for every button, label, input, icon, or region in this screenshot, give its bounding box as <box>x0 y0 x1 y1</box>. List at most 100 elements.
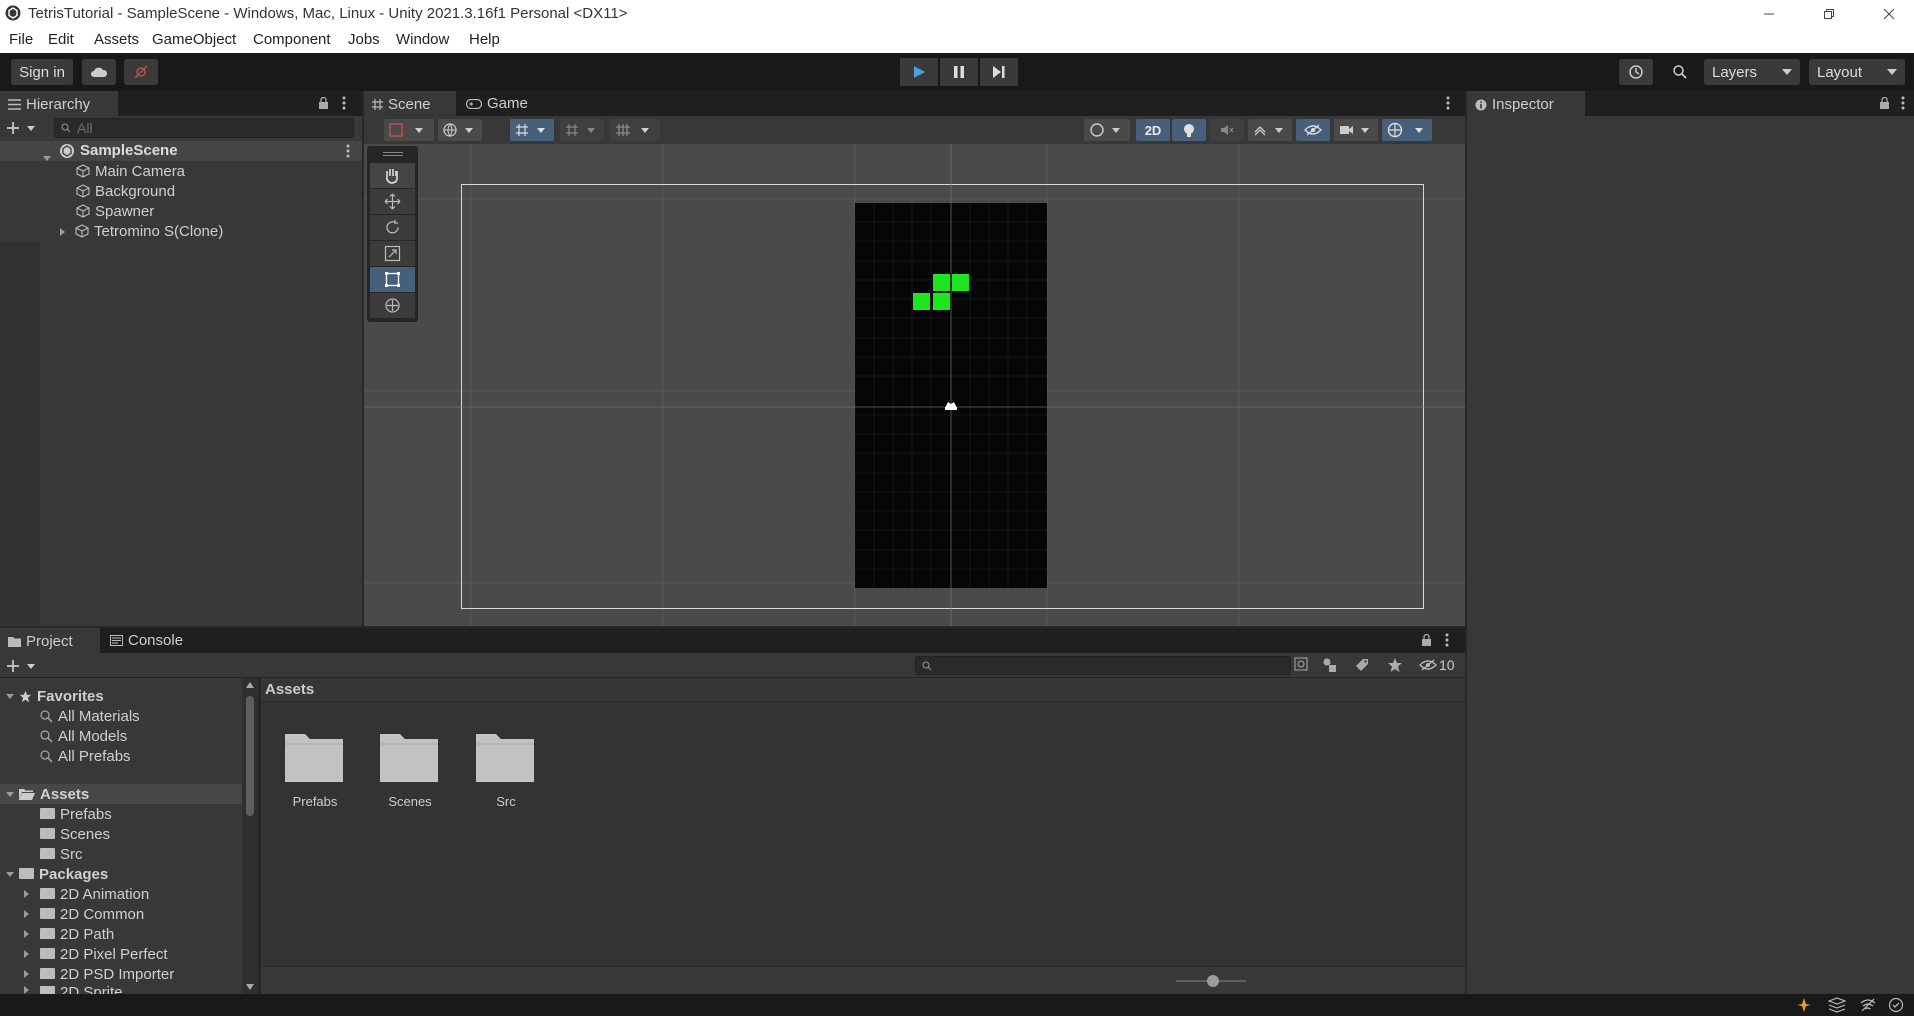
hidden-packages-toggle[interactable]: 10 <box>1419 657 1455 673</box>
scrollbar-thumb[interactable] <box>246 696 254 816</box>
more-icon[interactable] <box>346 144 350 158</box>
lighting-status-icon[interactable] <box>1796 997 1812 1013</box>
shading-dropdown[interactable] <box>1084 119 1130 141</box>
assets-row[interactable]: Assets <box>6 784 89 804</box>
rotate-tool-button[interactable] <box>370 215 415 240</box>
asset-folder-item[interactable]: Scenes <box>40 824 110 844</box>
gizmos-dropdown[interactable] <box>1382 119 1432 141</box>
draw-mode-dropdown[interactable] <box>384 119 434 141</box>
lock-icon[interactable] <box>1879 97 1890 109</box>
close-icon[interactable] <box>1866 0 1912 27</box>
transform-tool-button[interactable] <box>370 293 415 318</box>
gameobject-icon <box>75 224 89 238</box>
global-dropdown[interactable] <box>438 119 482 141</box>
menu-assets[interactable]: Assets <box>94 31 139 48</box>
cache-server-icon[interactable] <box>1828 997 1846 1013</box>
tab-scene[interactable]: Scene <box>364 91 456 116</box>
favorite-item[interactable]: All Models <box>40 726 127 746</box>
scene-viewport[interactable] <box>364 144 1465 626</box>
package-item[interactable]: 2D Animation <box>24 884 149 904</box>
scene-visibility-button[interactable] <box>1296 119 1330 141</box>
add-button[interactable] <box>6 121 36 135</box>
hierarchy-search-input[interactable]: All <box>54 118 354 138</box>
more-icon[interactable] <box>1445 633 1449 647</box>
hand-tool-button[interactable] <box>370 163 415 188</box>
increment-snap-button[interactable] <box>560 119 604 141</box>
scroll-down-icon[interactable] <box>246 984 254 990</box>
scene-row[interactable]: SampleScene <box>0 141 362 161</box>
tab-console[interactable]: Console <box>102 628 202 653</box>
restore-icon[interactable] <box>1806 0 1852 27</box>
package-item[interactable]: 2D Path <box>24 924 114 944</box>
camera-dropdown[interactable] <box>1334 119 1378 141</box>
asset-grid-item[interactable]: Prefabs <box>283 730 347 809</box>
favorite-item[interactable]: All Materials <box>40 706 140 726</box>
folder-tree-scrollbar[interactable] <box>242 678 258 994</box>
hierarchy-item[interactable]: Tetromino S(Clone) <box>60 221 223 241</box>
more-icon[interactable] <box>342 96 346 110</box>
step-button[interactable] <box>980 58 1018 86</box>
tab-project[interactable]: Project <box>0 628 100 653</box>
asset-folder-item[interactable]: Src <box>40 844 83 864</box>
menu-jobs[interactable]: Jobs <box>348 31 380 48</box>
network-status-icon[interactable] <box>1860 997 1876 1013</box>
menu-file[interactable]: File <box>9 31 33 48</box>
rect-tool-button[interactable] <box>370 267 415 292</box>
menu-window[interactable]: Window <box>396 31 449 48</box>
package-item[interactable]: 2D Common <box>24 904 144 924</box>
tab-hierarchy[interactable]: Hierarchy <box>0 91 118 116</box>
asset-grid-item[interactable]: Src <box>474 730 538 809</box>
layers-dropdown[interactable]: Layers <box>1704 59 1800 85</box>
packages-row[interactable]: Packages <box>6 864 108 884</box>
hierarchy-item[interactable]: Main Camera <box>76 161 185 181</box>
collab-button[interactable] <box>124 59 158 85</box>
pause-button[interactable] <box>940 58 978 86</box>
create-button[interactable] <box>6 659 36 673</box>
check-icon[interactable] <box>1888 997 1904 1013</box>
tab-inspector[interactable]: Inspector <box>1467 91 1585 116</box>
search-button[interactable] <box>1663 59 1697 85</box>
scroll-up-icon[interactable] <box>246 682 254 688</box>
menu-edit[interactable]: Edit <box>48 31 74 48</box>
favorite-item[interactable]: All Prefabs <box>40 746 131 766</box>
scale-tool-button[interactable] <box>370 241 415 266</box>
breadcrumb[interactable]: Assets <box>265 681 314 698</box>
more-icon[interactable] <box>1901 96 1905 110</box>
lock-icon[interactable] <box>318 97 329 109</box>
lighting-toggle-button[interactable] <box>1172 119 1206 141</box>
effects-dropdown[interactable] <box>1248 119 1292 141</box>
favorites-row[interactable]: Favorites <box>6 686 104 706</box>
label-icon[interactable] <box>1354 657 1370 673</box>
menu-help[interactable]: Help <box>469 31 500 48</box>
slider-thumb[interactable] <box>1207 975 1219 987</box>
asset-folder-item[interactable]: Prefabs <box>40 804 112 824</box>
move-tool-button[interactable] <box>370 189 415 214</box>
fold-arrow-icon[interactable] <box>60 223 65 240</box>
grid-snap-button[interactable] <box>510 119 554 141</box>
sign-in-button[interactable]: Sign in <box>11 59 73 85</box>
tab-game[interactable]: Game <box>458 91 538 116</box>
menu-component[interactable]: Component <box>253 31 331 48</box>
grid-toggle-button[interactable] <box>610 119 660 141</box>
cloud-button[interactable] <box>82 59 116 85</box>
play-button[interactable] <box>900 58 938 86</box>
search-by-type-icon[interactable] <box>1294 657 1310 673</box>
history-button[interactable] <box>1619 59 1653 85</box>
asset-grid-item[interactable]: Scenes <box>378 730 442 809</box>
package-item[interactable]: 2D Pixel Perfect <box>24 944 168 964</box>
menu-gameobject[interactable]: GameObject <box>152 31 236 48</box>
lock-icon[interactable] <box>1421 634 1432 646</box>
audio-toggle-button[interactable] <box>1210 119 1244 141</box>
package-item[interactable]: 2D PSD Importer <box>24 964 174 984</box>
layout-dropdown[interactable]: Layout <box>1809 59 1905 85</box>
more-icon[interactable] <box>1446 96 1450 110</box>
fold-arrow-icon[interactable] <box>43 148 51 166</box>
minimize-icon[interactable] <box>1746 0 1792 27</box>
project-search-input[interactable] <box>915 656 1291 675</box>
hierarchy-item[interactable]: Background <box>76 181 175 201</box>
filter-by-type-icon[interactable] <box>1322 657 1338 673</box>
package-item[interactable]: 2D Sprite <box>24 984 123 994</box>
hierarchy-item[interactable]: Spawner <box>76 201 154 221</box>
2d-toggle-button[interactable]: 2D <box>1136 119 1170 141</box>
star-icon[interactable] <box>1387 657 1403 673</box>
